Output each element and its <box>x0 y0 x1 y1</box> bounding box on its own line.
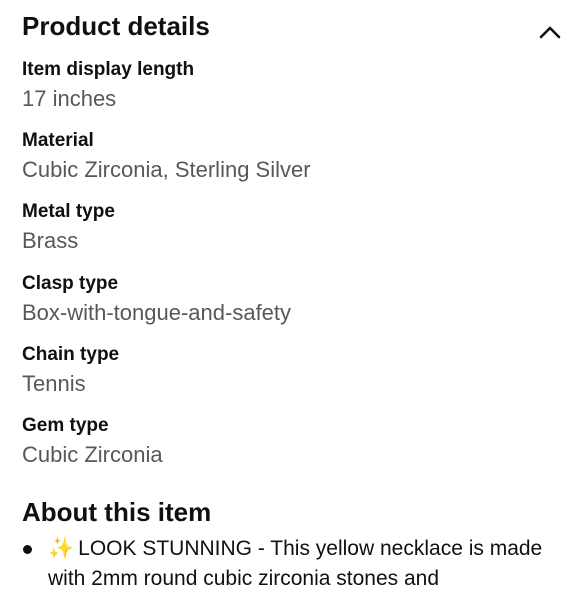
detail-value: Tennis <box>22 371 86 396</box>
detail-label: Item display length <box>22 59 195 80</box>
detail-row-material: Material Cubic Zirconia, Sterling Silver <box>22 129 562 185</box>
detail-label: Gem type <box>22 415 109 436</box>
detail-row-metal-type: Metal type Brass <box>22 200 562 256</box>
about-bullet-list: ✨ LOOK STUNNING - This yellow necklace is… <box>22 534 562 594</box>
list-item: ✨ LOOK STUNNING - This yellow necklace is… <box>22 534 562 594</box>
detail-value: Brass <box>22 228 79 253</box>
detail-value: Cubic Zirconia <box>22 442 163 467</box>
chevron-up-icon[interactable] <box>538 22 562 42</box>
detail-row-chain-type: Chain type Tennis <box>22 343 562 399</box>
product-details-title: Product details <box>22 11 210 41</box>
detail-label: Clasp type <box>22 273 119 294</box>
detail-value: 17 inches <box>22 86 117 111</box>
sparkle-icon: ✨ <box>48 537 75 560</box>
bullet-text: LOOK STUNNING - This yellow necklace is … <box>48 537 543 590</box>
detail-value: Cubic Zirconia, Sterling Silver <box>22 157 311 182</box>
detail-value: Box-with-tongue-and-safety <box>22 300 292 325</box>
detail-label: Chain type <box>22 344 120 365</box>
bullet-dot <box>23 545 32 554</box>
detail-row-gem-type: Gem type Cubic Zirconia <box>22 414 562 470</box>
about-this-item-title: About this item <box>22 497 212 527</box>
detail-label: Material <box>22 130 94 151</box>
product-details-header[interactable]: Product details <box>22 8 562 44</box>
detail-label: Metal type <box>22 201 115 222</box>
detail-row-clasp-type: Clasp type Box-with-tongue-and-safety <box>22 272 562 328</box>
detail-row-item-display-length: Item display length 17 inches <box>22 58 562 114</box>
